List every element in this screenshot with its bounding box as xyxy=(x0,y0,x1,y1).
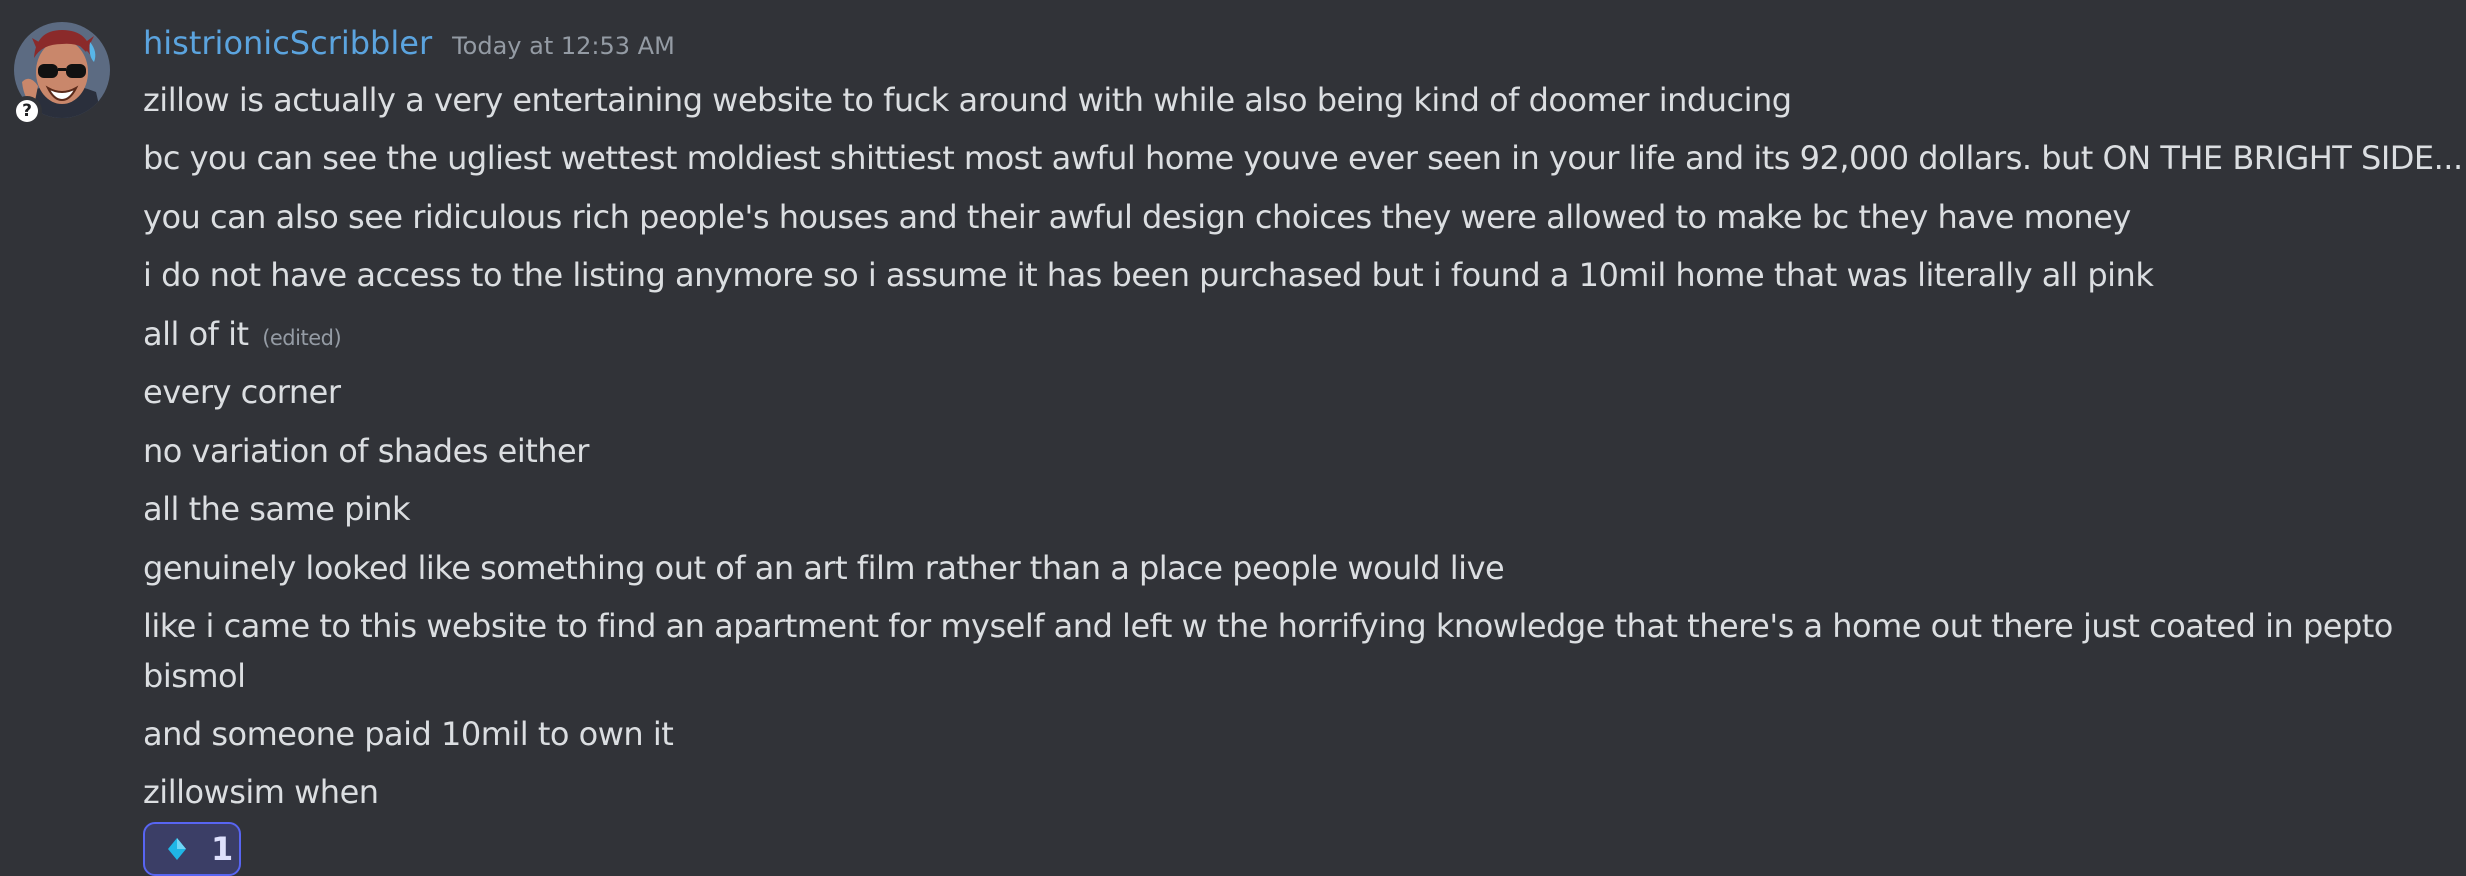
diamond-icon xyxy=(168,838,186,860)
message-line: i do not have access to the listing anym… xyxy=(143,256,2154,294)
question-icon: ? xyxy=(16,100,38,122)
message-line: bc you can see the ugliest wettest moldi… xyxy=(143,139,2466,177)
message-line: like i came to this website to find an a… xyxy=(143,607,2393,695)
message-line: genuinely looked like something out of a… xyxy=(143,549,1505,587)
username[interactable]: histrionicScribbler xyxy=(143,24,432,62)
message-line: you can also see ridiculous rich people'… xyxy=(143,198,2131,236)
message-line: and someone paid 10mil to own it xyxy=(143,715,674,753)
message-line: all the same pink xyxy=(143,490,411,528)
message-header: histrionicScribbler Today at 12:53 AM xyxy=(143,24,675,72)
message-line: zillow is actually a very entertaining w… xyxy=(143,81,1792,119)
message-line: zillowsim when xyxy=(143,773,379,811)
message-line-text: all of it xyxy=(143,315,249,353)
edited-label[interactable]: (edited) xyxy=(262,326,341,350)
avatar-status-badge: ? xyxy=(12,96,42,126)
message-line: every corner xyxy=(143,373,341,411)
message-line: all of it (edited) xyxy=(143,309,342,363)
reaction-count: 1 xyxy=(211,830,234,868)
message-group: ? histrionicScribbler Today at 12:53 AM … xyxy=(0,0,2466,876)
message-line: no variation of shades either xyxy=(143,432,589,470)
message-timestamp[interactable]: Today at 12:53 AM xyxy=(452,32,675,60)
